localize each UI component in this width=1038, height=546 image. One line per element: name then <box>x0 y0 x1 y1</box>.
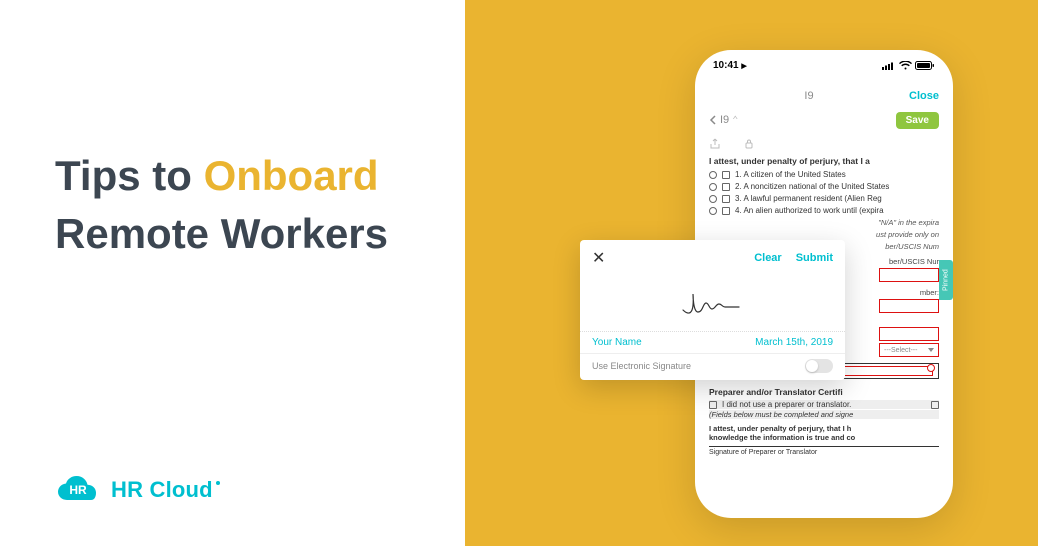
number-input-2[interactable] <box>879 327 939 341</box>
app-header: I9 Close <box>709 84 939 108</box>
back-button[interactable]: I9 ⌃ <box>709 114 738 126</box>
status-bar: 10:41 ▶ <box>695 50 953 80</box>
preparer-cb-label: I did not use a preparer or translator. <box>722 400 851 409</box>
radio-1[interactable] <box>709 171 717 179</box>
c1-label: 1. A citizen of the United States <box>735 170 846 179</box>
preparer-section: Preparer and/or Translator Certifi I did… <box>709 387 939 456</box>
promo-canvas: Tips to Onboard Remote Workers HR HR Clo… <box>0 0 1038 546</box>
esig-toggle[interactable] <box>805 359 833 373</box>
app-subheader: I9 ⌃ Save <box>709 108 939 132</box>
preparer-checkbox-1[interactable] <box>709 401 717 409</box>
clear-button[interactable]: Clear <box>754 252 782 264</box>
checkbox-4[interactable] <box>722 207 730 215</box>
right-panel: 10:41 ▶ I9 Close I9 ⌃ Save <box>465 0 1038 546</box>
provide-note1: ust provide only on <box>709 230 939 239</box>
headline-line1-accent: Onboard <box>204 152 379 199</box>
preparer-checkbox-2[interactable] <box>931 401 939 409</box>
radio-3[interactable] <box>709 195 717 203</box>
brand-logo: HR HR Cloud <box>55 474 213 506</box>
signal-icon <box>882 61 896 70</box>
app-title: I9 <box>804 90 813 102</box>
app-toolbar <box>709 135 939 153</box>
sig-preparer-label: Signature of Preparer or Translator <box>709 446 939 456</box>
checkbox-1[interactable] <box>722 171 730 179</box>
signature-stroke <box>678 288 748 320</box>
attest-heading: I attest, under penalty of perjury, that… <box>709 156 939 166</box>
signature-modal: ✕ Clear Submit Your Name March 15th, 201… <box>580 240 845 380</box>
esig-label: Use Electronic Signature <box>592 361 691 371</box>
c2-label: 2. A noncitizen national of the United S… <box>735 182 889 191</box>
preparer-note: (Fields below must be completed and sign… <box>709 410 939 419</box>
uscis-input[interactable] <box>879 268 939 282</box>
headline-line2: Remote Workers <box>55 210 475 258</box>
status-time: 10:41 ▶ <box>713 60 747 71</box>
headline-line1: Tips to Onboard <box>55 152 475 200</box>
battery-icon <box>915 61 935 70</box>
lock-icon[interactable] <box>743 138 755 150</box>
checkbox-3[interactable] <box>722 195 730 203</box>
signer-name: Your Name <box>592 337 642 348</box>
cloud-icon: HR <box>55 474 101 506</box>
c3-label: 3. A lawful permanent resident (Alien Re… <box>735 194 882 203</box>
pinned-tab[interactable]: Pinned <box>939 260 953 300</box>
preparer-title: Preparer and/or Translator Certifi <box>709 387 939 397</box>
na-note: "N/A" in the expira <box>709 218 939 227</box>
radio-4[interactable] <box>709 207 717 215</box>
save-button[interactable]: Save <box>896 112 939 129</box>
submit-button[interactable]: Submit <box>796 252 833 264</box>
svg-text:HR: HR <box>69 483 87 497</box>
share-icon[interactable] <box>709 138 721 150</box>
sub-attest: I attest, under penalty of perjury, that… <box>709 424 939 443</box>
left-panel: Tips to Onboard Remote Workers HR HR Clo… <box>0 0 465 546</box>
checkbox-2[interactable] <box>722 183 730 191</box>
headline-line1-left: Tips to <box>55 152 204 199</box>
sign-date: March 15th, 2019 <box>755 337 833 348</box>
headline: Tips to Onboard Remote Workers <box>55 152 475 259</box>
c4-label: 4. An alien authorized to work until (ex… <box>735 206 884 215</box>
brand-name: HR Cloud <box>111 477 213 503</box>
status-icons <box>882 61 935 70</box>
wifi-icon <box>899 61 912 70</box>
number-input[interactable] <box>879 299 939 313</box>
close-icon[interactable]: ✕ <box>592 248 605 268</box>
signature-surface[interactable] <box>580 276 845 331</box>
close-button[interactable]: Close <box>909 90 939 102</box>
select-dropdown[interactable]: ---Select--- <box>879 343 939 357</box>
radio-2[interactable] <box>709 183 717 191</box>
chevron-left-icon <box>709 115 717 125</box>
